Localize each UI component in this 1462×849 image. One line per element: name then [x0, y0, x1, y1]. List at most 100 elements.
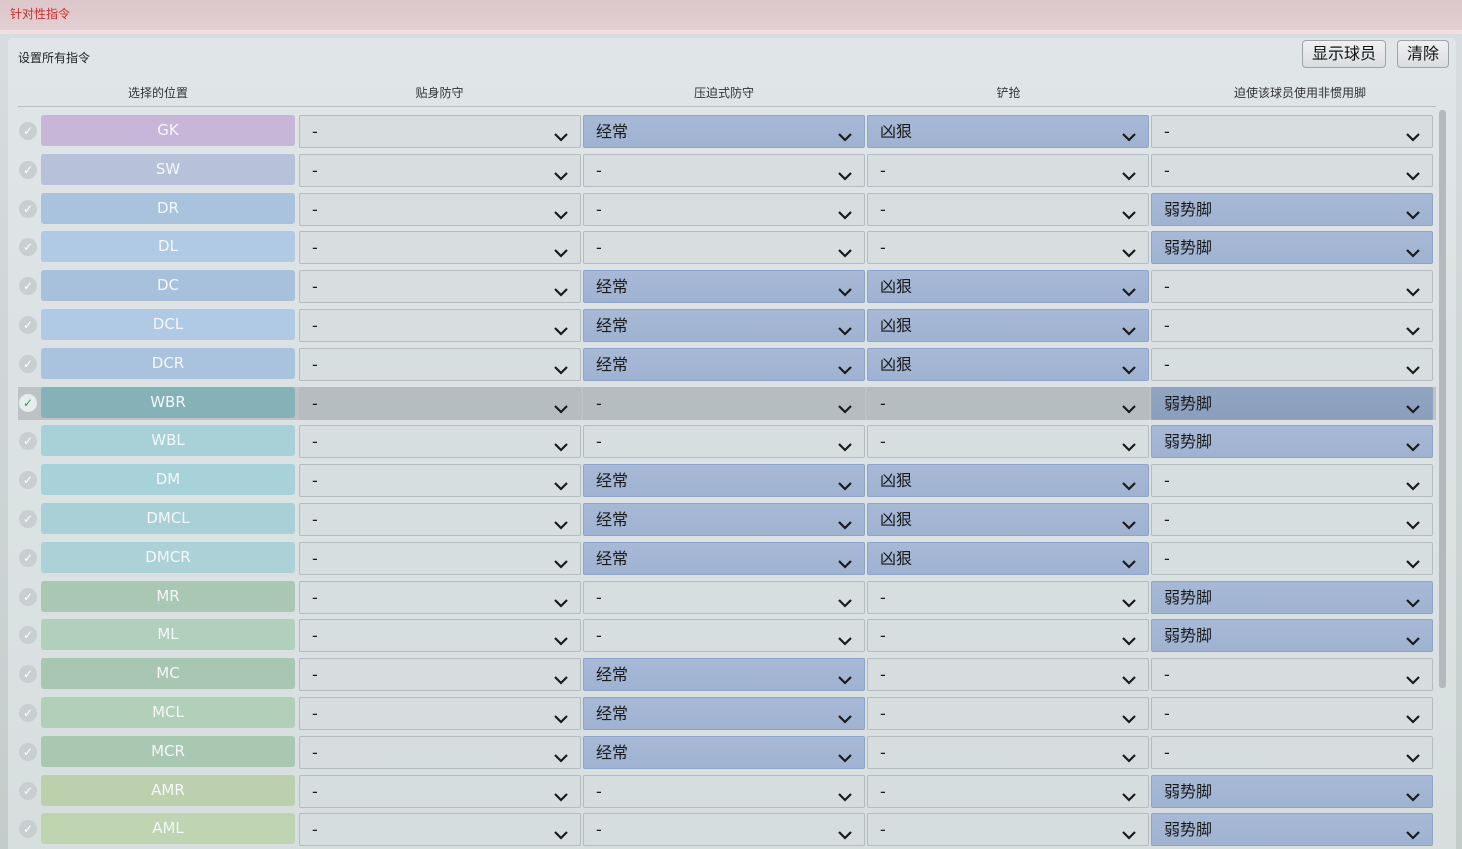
position-chip[interactable]: DC	[41, 270, 295, 301]
tackling-dropdown[interactable]: 凶狠	[867, 309, 1149, 342]
pressing-dropdown[interactable]: 经常	[583, 464, 865, 497]
position-chip[interactable]: MR	[41, 581, 295, 612]
weaker-foot-dropdown[interactable]: -	[1151, 736, 1433, 769]
close-down-dropdown[interactable]: -	[299, 193, 581, 226]
weaker-foot-dropdown[interactable]: -	[1151, 503, 1433, 536]
position-chip[interactable]: GK	[41, 115, 295, 146]
pressing-dropdown[interactable]: -	[583, 231, 865, 264]
tackling-dropdown[interactable]: 凶狠	[867, 464, 1149, 497]
check-icon[interactable]: ✓	[19, 161, 37, 179]
close-down-dropdown[interactable]: -	[299, 154, 581, 187]
tackling-dropdown[interactable]: -	[867, 813, 1149, 846]
check-icon[interactable]: ✓	[19, 704, 37, 722]
check-icon[interactable]: ✓	[19, 316, 37, 334]
pressing-dropdown[interactable]: -	[583, 154, 865, 187]
check-icon[interactable]: ✓	[19, 743, 37, 761]
table-row[interactable]: ✓ DL - - - 弱势脚	[0, 231, 1462, 264]
tackling-dropdown[interactable]: -	[867, 658, 1149, 691]
check-icon[interactable]: ✓	[19, 122, 37, 140]
pressing-dropdown[interactable]: 经常	[583, 115, 865, 148]
table-row[interactable]: ✓ DCR - 经常 凶狠 -	[0, 348, 1462, 381]
table-row[interactable]: ✓ SW - - - -	[0, 154, 1462, 187]
close-down-dropdown[interactable]: -	[299, 387, 581, 420]
weaker-foot-dropdown[interactable]: -	[1151, 115, 1433, 148]
tackling-dropdown[interactable]: -	[867, 231, 1149, 264]
position-chip[interactable]: DMCR	[41, 542, 295, 573]
table-row[interactable]: ✓ AML - - - 弱势脚	[0, 813, 1462, 846]
close-down-dropdown[interactable]: -	[299, 270, 581, 303]
check-icon[interactable]: ✓	[19, 471, 37, 489]
weaker-foot-dropdown[interactable]: 弱势脚	[1151, 775, 1433, 808]
pressing-dropdown[interactable]: 经常	[583, 658, 865, 691]
tackling-dropdown[interactable]: -	[867, 775, 1149, 808]
table-row[interactable]: ✓ MCR - 经常 - -	[0, 736, 1462, 769]
tackling-dropdown[interactable]: -	[867, 154, 1149, 187]
tackling-dropdown[interactable]: 凶狠	[867, 115, 1149, 148]
check-icon[interactable]: ✓	[19, 238, 37, 256]
close-down-dropdown[interactable]: -	[299, 697, 581, 730]
table-row[interactable]: ✓ DCL - 经常 凶狠 -	[0, 309, 1462, 342]
tackling-dropdown[interactable]: -	[867, 387, 1149, 420]
close-down-dropdown[interactable]: -	[299, 115, 581, 148]
close-down-dropdown[interactable]: -	[299, 542, 581, 575]
close-down-dropdown[interactable]: -	[299, 425, 581, 458]
table-row[interactable]: ✓ WBR - - - 弱势脚	[0, 387, 1462, 420]
close-down-dropdown[interactable]: -	[299, 619, 581, 652]
position-chip[interactable]: AMR	[41, 775, 295, 806]
table-row[interactable]: ✓ AMR - - - 弱势脚	[0, 775, 1462, 808]
pressing-dropdown[interactable]: 经常	[583, 736, 865, 769]
position-chip[interactable]: MCL	[41, 697, 295, 728]
close-down-dropdown[interactable]: -	[299, 813, 581, 846]
weaker-foot-dropdown[interactable]: -	[1151, 697, 1433, 730]
tackling-dropdown[interactable]: -	[867, 425, 1149, 458]
weaker-foot-dropdown[interactable]: 弱势脚	[1151, 387, 1433, 420]
pressing-dropdown[interactable]: -	[583, 581, 865, 614]
pressing-dropdown[interactable]: 经常	[583, 542, 865, 575]
pressing-dropdown[interactable]: -	[583, 193, 865, 226]
close-down-dropdown[interactable]: -	[299, 775, 581, 808]
show-players-button[interactable]: 显示球员	[1302, 40, 1386, 68]
check-icon[interactable]: ✓	[19, 200, 37, 218]
weaker-foot-dropdown[interactable]: -	[1151, 309, 1433, 342]
pressing-dropdown[interactable]: 经常	[583, 348, 865, 381]
tackling-dropdown[interactable]: -	[867, 581, 1149, 614]
close-down-dropdown[interactable]: -	[299, 464, 581, 497]
position-chip[interactable]: WBL	[41, 425, 295, 456]
weaker-foot-dropdown[interactable]: -	[1151, 464, 1433, 497]
position-chip[interactable]: SW	[41, 154, 295, 185]
clear-button[interactable]: 清除	[1397, 40, 1449, 68]
weaker-foot-dropdown[interactable]: 弱势脚	[1151, 813, 1433, 846]
check-icon[interactable]: ✓	[19, 277, 37, 295]
weaker-foot-dropdown[interactable]: 弱势脚	[1151, 231, 1433, 264]
position-chip[interactable]: DCL	[41, 309, 295, 340]
weaker-foot-dropdown[interactable]: 弱势脚	[1151, 193, 1433, 226]
table-row[interactable]: ✓ GK - 经常 凶狠 -	[0, 115, 1462, 148]
position-chip[interactable]: DMCL	[41, 503, 295, 534]
table-row[interactable]: ✓ MCL - 经常 - -	[0, 697, 1462, 730]
pressing-dropdown[interactable]: -	[583, 387, 865, 420]
table-row[interactable]: ✓ DMCR - 经常 凶狠 -	[0, 542, 1462, 575]
close-down-dropdown[interactable]: -	[299, 658, 581, 691]
pressing-dropdown[interactable]: -	[583, 619, 865, 652]
close-down-dropdown[interactable]: -	[299, 503, 581, 536]
tackling-dropdown[interactable]: -	[867, 736, 1149, 769]
close-down-dropdown[interactable]: -	[299, 231, 581, 264]
check-icon[interactable]: ✓	[19, 820, 37, 838]
check-icon[interactable]: ✓	[19, 355, 37, 373]
table-row[interactable]: ✓ DR - - - 弱势脚	[0, 193, 1462, 226]
position-chip[interactable]: DR	[41, 193, 295, 224]
pressing-dropdown[interactable]: 经常	[583, 270, 865, 303]
table-row[interactable]: ✓ DMCL - 经常 凶狠 -	[0, 503, 1462, 536]
close-down-dropdown[interactable]: -	[299, 309, 581, 342]
check-icon[interactable]: ✓	[19, 665, 37, 683]
check-icon[interactable]: ✓	[19, 510, 37, 528]
position-chip[interactable]: AML	[41, 813, 295, 844]
weaker-foot-dropdown[interactable]: 弱势脚	[1151, 619, 1433, 652]
tackling-dropdown[interactable]: 凶狠	[867, 503, 1149, 536]
check-icon[interactable]: ✓	[19, 626, 37, 644]
pressing-dropdown[interactable]: -	[583, 813, 865, 846]
close-down-dropdown[interactable]: -	[299, 581, 581, 614]
position-chip[interactable]: MCR	[41, 736, 295, 767]
check-icon[interactable]: ✓	[19, 394, 37, 412]
position-chip[interactable]: ML	[41, 619, 295, 650]
